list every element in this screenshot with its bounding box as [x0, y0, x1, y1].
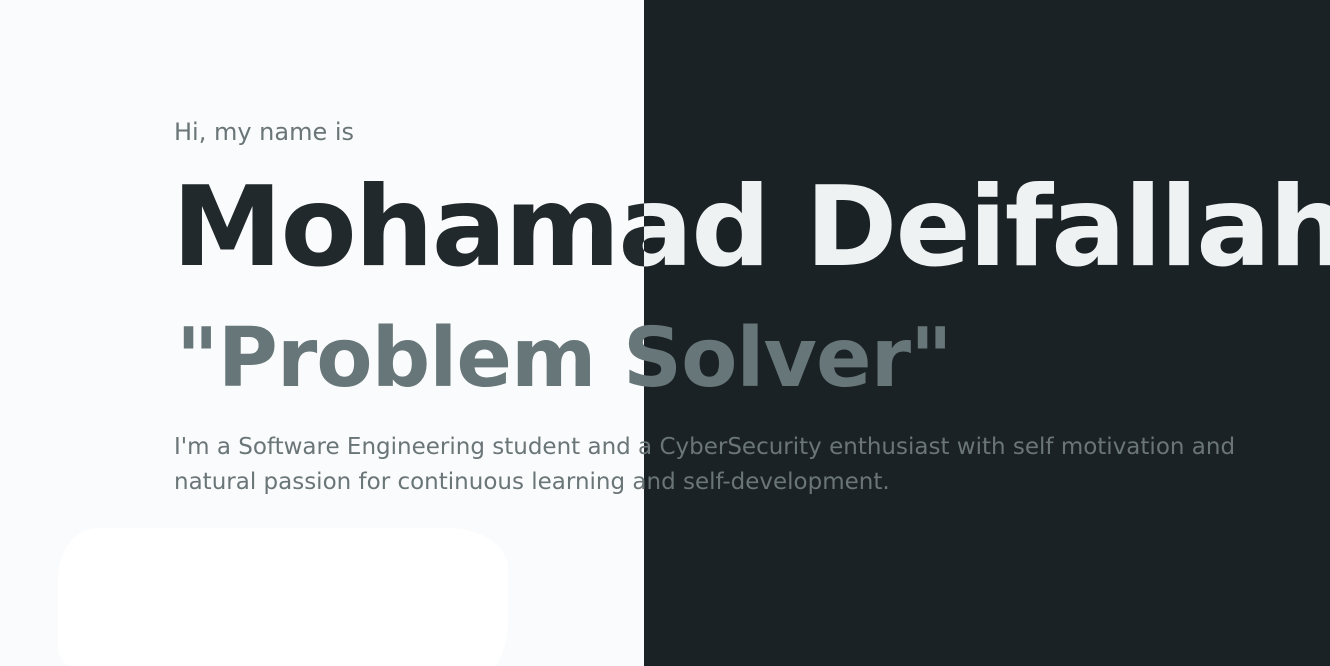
hero-greeting: Hi, my name is [174, 118, 355, 146]
